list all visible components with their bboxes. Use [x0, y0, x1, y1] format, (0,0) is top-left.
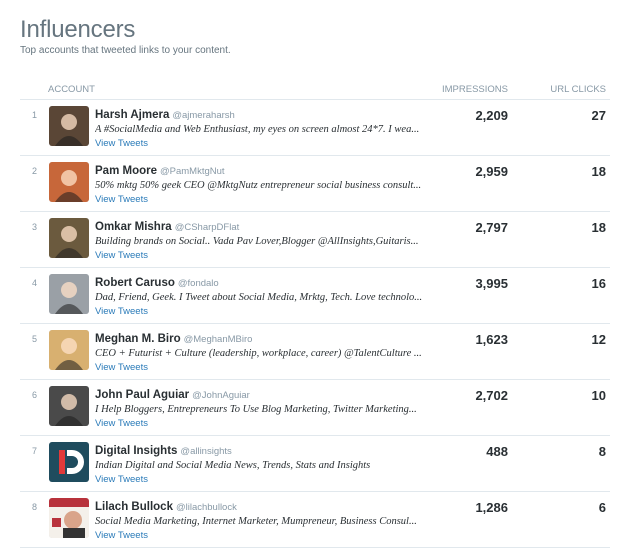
- account-name[interactable]: Robert Caruso: [95, 277, 175, 289]
- name-line: Pam Moore @PamMktgNut: [95, 164, 435, 179]
- impressions-value: 2,797: [475, 220, 508, 235]
- account-info: Robert Caruso @fondalo Dad, Friend, Geek. …: [95, 276, 435, 319]
- rank-number: 4: [32, 278, 38, 288]
- table-row: 7 Digital Insights @allinsights Indian Digi…: [20, 436, 610, 492]
- impressions-value: 2,959: [475, 164, 508, 179]
- account-name[interactable]: Lilach Bullock: [95, 501, 173, 513]
- impressions-value: 2,702: [475, 388, 508, 403]
- table-row: 8 Lilach Bullock @lilachbullock Social Medi…: [20, 492, 610, 548]
- name-line: Meghan M. Biro @MeghanMBiro: [95, 332, 435, 347]
- account-name[interactable]: Harsh Ajmera: [95, 109, 169, 121]
- account-info: Harsh Ajmera @ajmeraharsh A #SocialMedia a…: [95, 108, 435, 151]
- account-handle[interactable]: @lilachbullock: [176, 502, 237, 513]
- account-handle[interactable]: @PamMktgNut: [160, 166, 225, 177]
- url-clicks-value: 27: [591, 108, 606, 123]
- view-tweets-link[interactable]: View Tweets: [95, 361, 435, 375]
- url-clicks-value: 18: [591, 164, 606, 179]
- account-info: Meghan M. Biro @MeghanMBiro CEO + Futurist…: [95, 332, 435, 375]
- account-name[interactable]: Omkar Mishra: [95, 221, 172, 233]
- view-tweets-link[interactable]: View Tweets: [95, 473, 435, 487]
- column-header-account: ACCOUNT: [48, 84, 95, 95]
- rank-number: 1: [32, 110, 38, 120]
- rank-number: 6: [32, 390, 38, 400]
- view-tweets-link[interactable]: View Tweets: [95, 417, 435, 431]
- rank-number: 3: [32, 222, 38, 232]
- account-bio: I Help Bloggers, Entrepreneurs To Use Bl…: [95, 404, 417, 415]
- account-name[interactable]: Meghan M. Biro: [95, 333, 181, 345]
- account-handle[interactable]: @allinsights: [180, 446, 231, 457]
- table-row: 4 Robert Caruso @fondalo Dad, Friend, Geek.…: [20, 268, 610, 324]
- impressions-value: 3,995: [475, 276, 508, 291]
- account-bio: CEO + Futurist + Culture (leadership, wo…: [95, 348, 422, 359]
- page-subtitle: Top accounts that tweeted links to your …: [20, 45, 231, 56]
- account-info: Digital Insights @allinsights Indian Digit…: [95, 444, 435, 487]
- url-clicks-value: 12: [591, 332, 606, 347]
- account-handle[interactable]: @MeghanMBiro: [184, 334, 253, 345]
- url-clicks-value: 8: [598, 444, 606, 459]
- name-line: Lilach Bullock @lilachbullock: [95, 500, 435, 515]
- rank-number: 8: [32, 502, 38, 512]
- avatar[interactable]: [49, 498, 89, 538]
- avatar[interactable]: [49, 386, 89, 426]
- table-row: 5 Meghan M. Biro @MeghanMBiro CEO + Futuris…: [20, 324, 610, 380]
- table-row: 3 Omkar Mishra @CSharpDFlat Building brands…: [20, 212, 610, 268]
- rank-number: 2: [32, 166, 38, 176]
- table-body: 1 Harsh Ajmera @ajmeraharsh A #SocialMedia …: [20, 100, 610, 548]
- url-clicks-value: 16: [591, 276, 606, 291]
- account-name[interactable]: Pam Moore: [95, 165, 157, 177]
- view-tweets-link[interactable]: View Tweets: [95, 193, 435, 207]
- account-bio: Social Media Marketing, Internet Markete…: [95, 516, 417, 527]
- account-info: Omkar Mishra @CSharpDFlat Building brands …: [95, 220, 435, 263]
- avatar[interactable]: [49, 106, 89, 146]
- avatar[interactable]: [49, 162, 89, 202]
- account-handle[interactable]: @JohnAguiar: [192, 390, 250, 401]
- impressions-value: 1,623: [475, 332, 508, 347]
- name-line: John Paul Aguiar @JohnAguiar: [95, 388, 435, 403]
- account-bio: Building brands on Social.. Vada Pav Lov…: [95, 236, 419, 247]
- influencers-table: ACCOUNT IMPRESSIONS URL CLICKS 1 Harsh Aj…: [20, 82, 610, 548]
- name-line: Omkar Mishra @CSharpDFlat: [95, 220, 435, 235]
- impressions-value: 488: [486, 444, 508, 459]
- name-line: Harsh Ajmera @ajmeraharsh: [95, 108, 435, 123]
- avatar[interactable]: [49, 274, 89, 314]
- account-handle[interactable]: @ajmeraharsh: [172, 110, 234, 121]
- account-name[interactable]: Digital Insights: [95, 445, 177, 457]
- account-handle[interactable]: @CSharpDFlat: [175, 222, 240, 233]
- view-tweets-link[interactable]: View Tweets: [95, 137, 435, 151]
- table-row: 6 John Paul Aguiar @JohnAguiar I Help Blogg…: [20, 380, 610, 436]
- rank-number: 5: [32, 334, 38, 344]
- account-handle[interactable]: @fondalo: [178, 278, 219, 289]
- view-tweets-link[interactable]: View Tweets: [95, 249, 435, 263]
- page-title: Influencers: [20, 16, 136, 43]
- rank-number: 7: [32, 446, 38, 456]
- table-row: 1 Harsh Ajmera @ajmeraharsh A #SocialMedia …: [20, 100, 610, 156]
- account-name[interactable]: John Paul Aguiar: [95, 389, 189, 401]
- view-tweets-link[interactable]: View Tweets: [95, 529, 435, 543]
- url-clicks-value: 10: [591, 388, 606, 403]
- name-line: Robert Caruso @fondalo: [95, 276, 435, 291]
- table-header: ACCOUNT IMPRESSIONS URL CLICKS: [20, 82, 610, 100]
- account-bio: Indian Digital and Social Media News, Tr…: [95, 460, 371, 471]
- impressions-value: 2,209: [475, 108, 508, 123]
- account-bio: 50% mktg 50% geek CEO @MktgNutz entrepre…: [95, 180, 422, 191]
- column-header-url-clicks[interactable]: URL CLICKS: [550, 84, 606, 95]
- avatar[interactable]: [49, 330, 89, 370]
- table-row: 2 Pam Moore @PamMktgNut 50% mktg 50% geek C…: [20, 156, 610, 212]
- column-header-impressions[interactable]: IMPRESSIONS: [442, 84, 508, 95]
- url-clicks-value: 18: [591, 220, 606, 235]
- account-bio: A #SocialMedia and Web Enthusiast, my ey…: [95, 124, 420, 135]
- avatar[interactable]: [49, 442, 89, 482]
- account-info: Lilach Bullock @lilachbullock Social Media…: [95, 500, 435, 543]
- view-tweets-link[interactable]: View Tweets: [95, 305, 435, 319]
- account-info: Pam Moore @PamMktgNut 50% mktg 50% geek CE…: [95, 164, 435, 207]
- name-line: Digital Insights @allinsights: [95, 444, 435, 459]
- account-info: John Paul Aguiar @JohnAguiar I Help Blogge…: [95, 388, 435, 431]
- account-bio: Dad, Friend, Geek. I Tweet about Social …: [95, 292, 423, 303]
- impressions-value: 1,286: [475, 500, 508, 515]
- url-clicks-value: 6: [598, 500, 606, 515]
- avatar[interactable]: [49, 218, 89, 258]
